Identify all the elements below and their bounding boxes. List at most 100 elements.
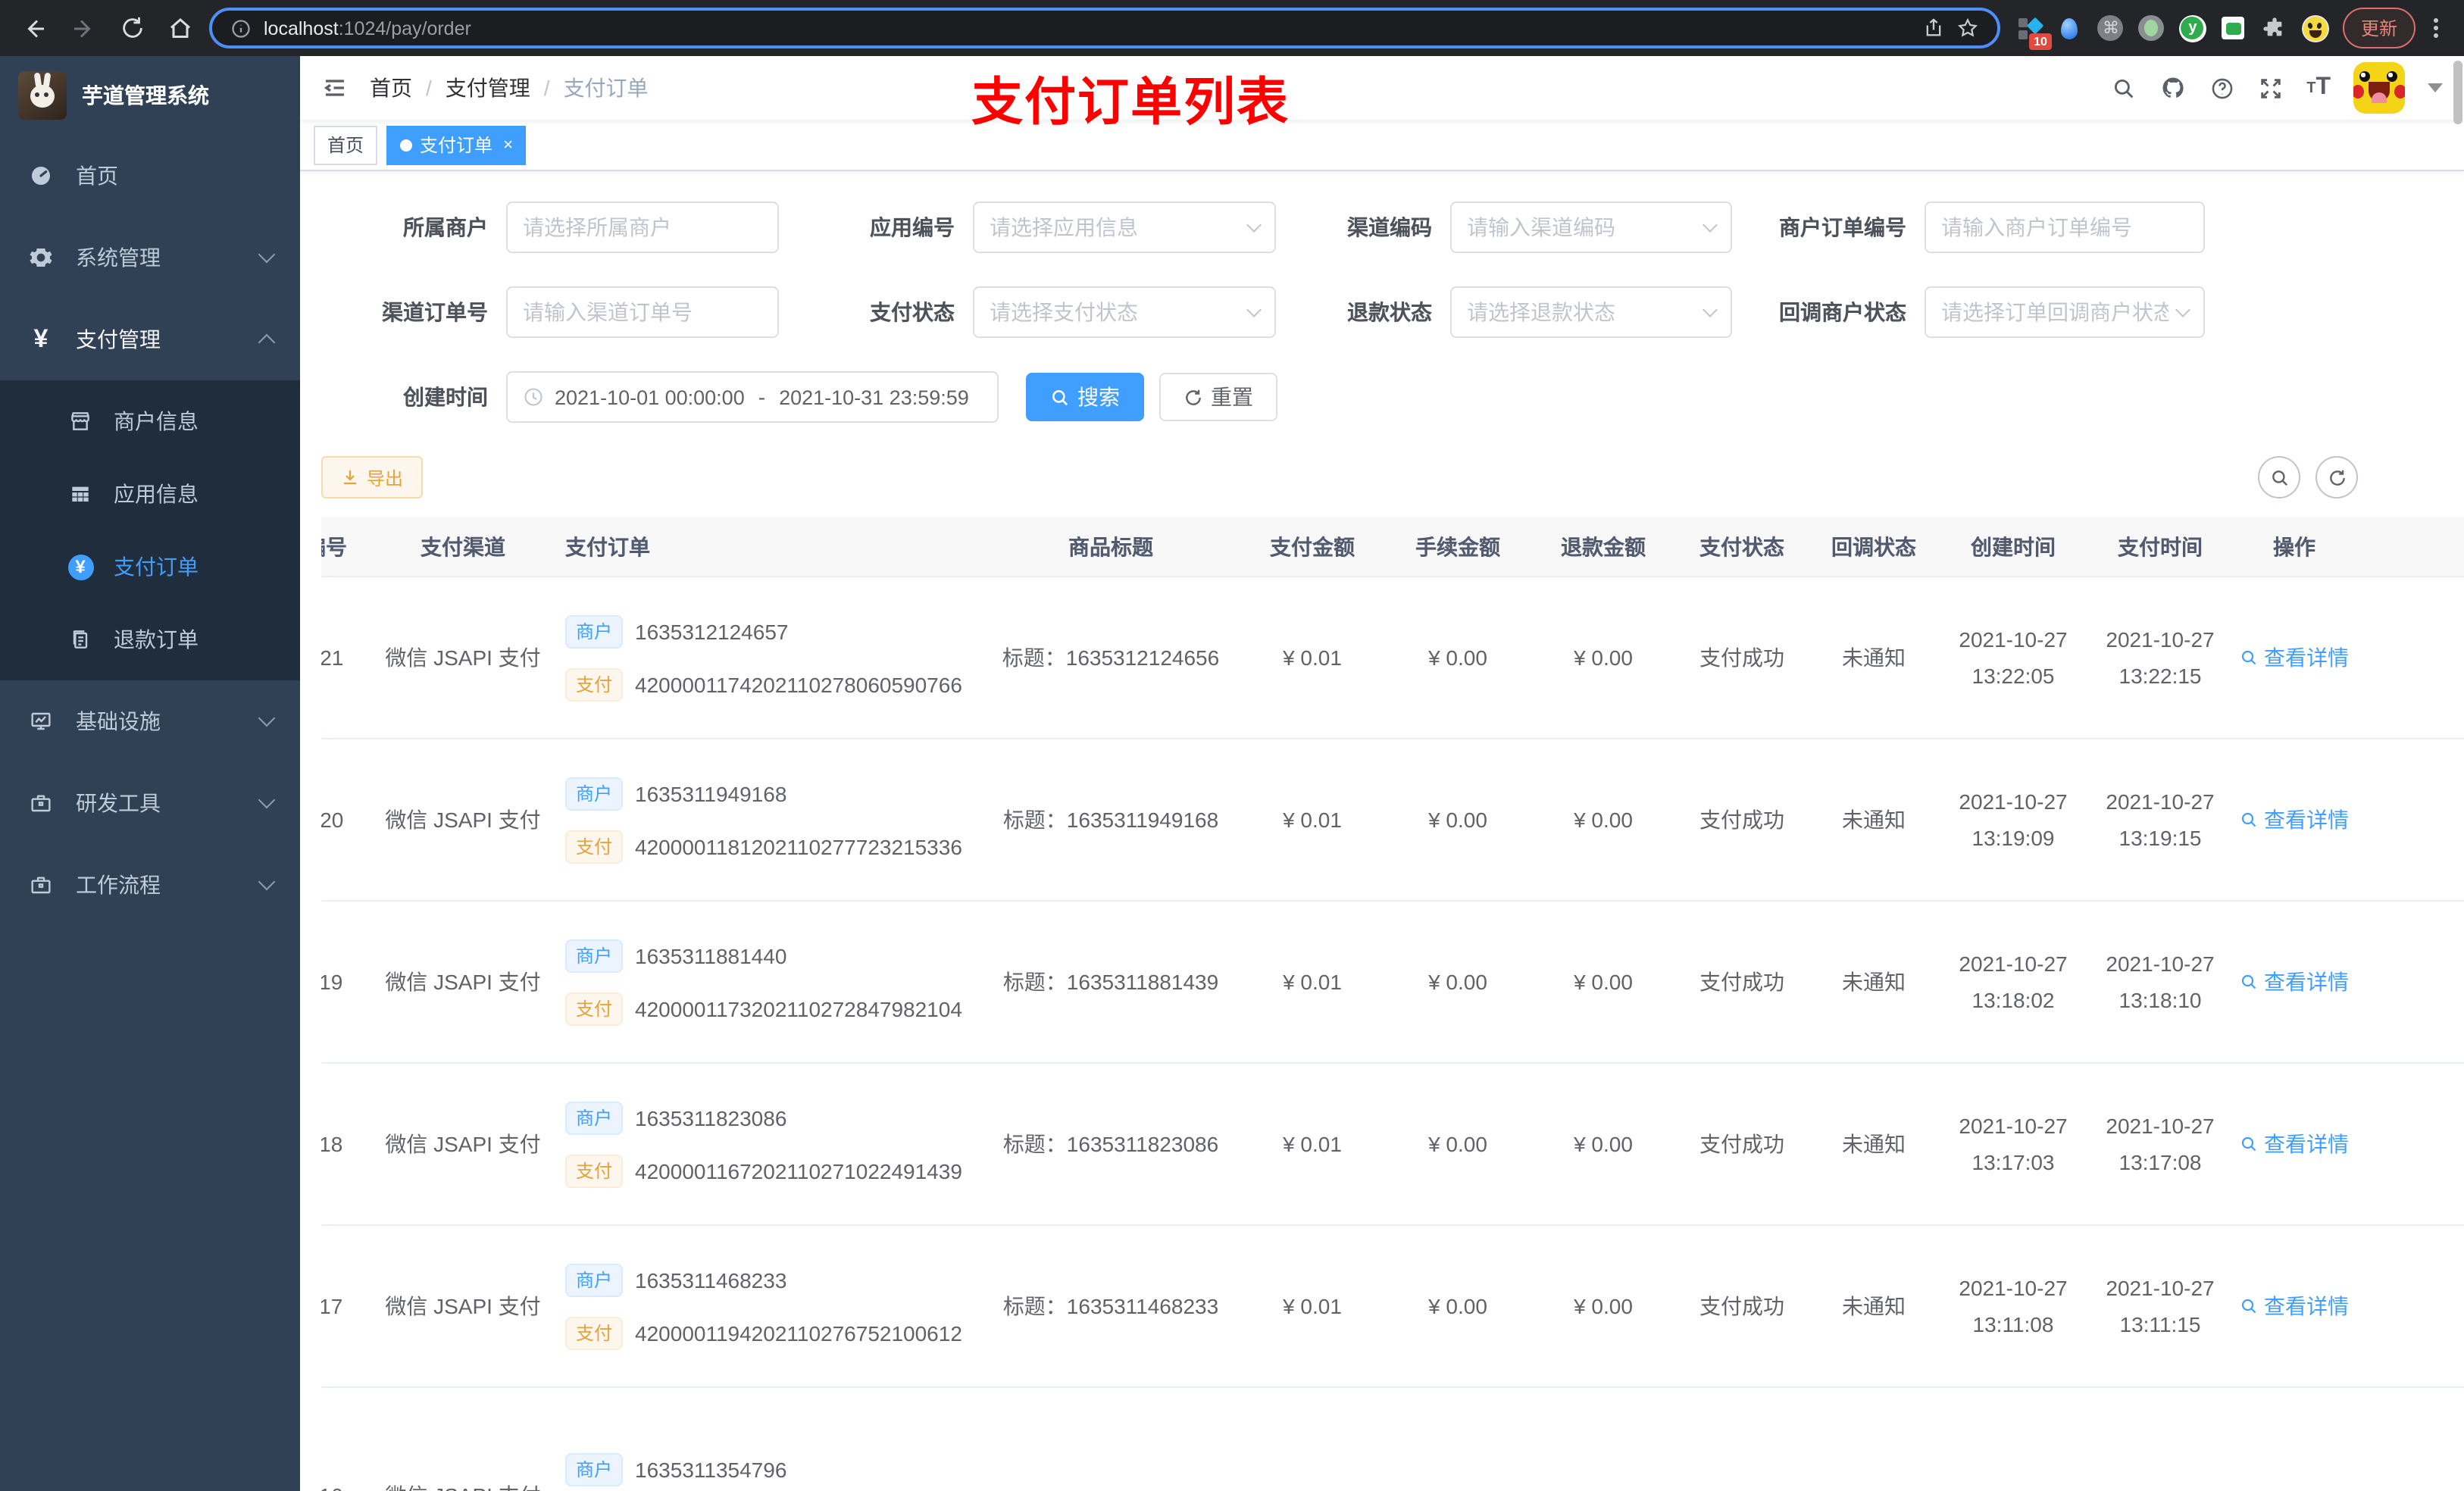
pay-channel: 微信 JSAPI 支付	[385, 970, 541, 994]
refresh-icon	[2329, 469, 2344, 485]
pay-time: 13:18:10	[2118, 988, 2202, 1012]
pay-tag: 支付	[565, 1316, 624, 1349]
channel-order-no-input[interactable]	[506, 286, 779, 338]
create-time-range-input[interactable]: 2021-10-01 00:00:00 - 2021-10-31 23:59:5…	[506, 371, 999, 423]
extension-record-icon[interactable]	[2138, 14, 2165, 42]
breadcrumb-payment[interactable]: 支付管理	[446, 73, 530, 103]
refund-amount: ¥ 0.00	[1574, 1132, 1633, 1156]
order-id: 116	[321, 1483, 342, 1491]
table-header: 编号 支付渠道 支付订单 商品标题 支付金额 手续金额 退款金额 支付状态 回调…	[321, 517, 2464, 577]
briefcase-icon	[27, 791, 55, 815]
view-detail-link[interactable]: 查看详情	[2240, 805, 2349, 835]
fee-amount: ¥ 0.00	[1428, 808, 1487, 832]
tag-home[interactable]: 首页	[314, 125, 378, 164]
create-time: 13:22:05	[1972, 664, 2055, 688]
table-search-button[interactable]	[2258, 456, 2300, 499]
yen-icon: ¥	[33, 324, 48, 353]
info-icon	[232, 19, 250, 37]
callback-status-select[interactable]	[1925, 286, 2205, 338]
share-icon[interactable]	[1923, 17, 1944, 39]
sidebar-item-workflow[interactable]: 工作流程	[0, 844, 300, 926]
extension-badge: 10	[2029, 33, 2052, 49]
view-detail-link[interactable]: 查看详情	[2240, 967, 2349, 997]
pay-date: 2021-10-27	[2106, 627, 2215, 652]
extension-chat-icon[interactable]	[2220, 14, 2247, 42]
sidebar-item-dev-tools[interactable]: 研发工具	[0, 762, 300, 844]
forward-icon[interactable]	[64, 8, 103, 48]
tag-close-icon[interactable]: ×	[503, 136, 513, 154]
extension-y-icon[interactable]: y	[2178, 14, 2206, 42]
pay-status-select[interactable]	[973, 286, 1276, 338]
extension-blocks-icon[interactable]: 10	[2015, 14, 2052, 49]
app-no-select[interactable]	[973, 202, 1276, 253]
chevron-down-icon	[258, 873, 276, 891]
view-detail-link[interactable]: 查看详情	[2240, 1129, 2349, 1159]
pay-order-no: 4200001167202110271022491439	[635, 1158, 962, 1183]
gear-icon	[27, 245, 55, 270]
sidebar-item-app-info[interactable]: 应用信息	[0, 458, 300, 530]
home-icon[interactable]	[161, 8, 200, 48]
sidebar-item-refund-order[interactable]: 退款订单	[0, 603, 300, 676]
merchant-tag: 商户	[565, 1101, 624, 1134]
merchant-order-no-input[interactable]	[1925, 202, 2205, 253]
pay-channel: 微信 JSAPI 支付	[385, 1132, 541, 1156]
chrome-update-button[interactable]: 更新	[2342, 8, 2416, 48]
fullscreen-icon[interactable]	[2258, 75, 2284, 101]
chevron-down-icon	[2175, 302, 2190, 317]
callback-status: 未通知	[1842, 1132, 1906, 1156]
channel-code-select[interactable]	[1450, 202, 1732, 253]
pay-order-no: 4200001194202110276752100612	[635, 1321, 962, 1345]
chevron-down-icon	[258, 709, 276, 727]
callback-status: 未通知	[1842, 1294, 1906, 1318]
table-row: 119 微信 JSAPI 支付 商户 1635311881440 支付 4200…	[321, 902, 2464, 1064]
bookmark-star-icon[interactable]	[1956, 17, 1979, 39]
reset-button[interactable]: 重置	[1159, 373, 1277, 421]
extension-emoji-icon[interactable]	[2301, 14, 2329, 42]
pay-order-no: 4200001181202110277723215336	[635, 834, 962, 858]
sidebar-item-home[interactable]: 首页	[0, 135, 300, 217]
pay-status-label: 支付状态	[870, 300, 955, 324]
pay-tag: 支付	[565, 992, 624, 1025]
sidebar-item-system[interactable]: 系统管理	[0, 217, 300, 299]
caret-down-icon[interactable]	[2428, 83, 2443, 92]
extension-command-icon[interactable]: ⌘	[2097, 14, 2125, 42]
chevron-up-icon	[258, 333, 276, 352]
magnifier-icon	[2241, 812, 2256, 827]
search-button[interactable]: 搜索	[1026, 373, 1144, 421]
sidebar-item-pay-order[interactable]: ¥ 支付订单	[0, 530, 300, 603]
merchant-tag: 商户	[565, 777, 624, 810]
back-icon[interactable]	[15, 8, 55, 48]
avatar[interactable]	[2353, 62, 2405, 114]
breadcrumb-home[interactable]: 首页	[370, 73, 412, 103]
app-logo[interactable]: 芋道管理系统	[0, 56, 300, 135]
tag-pay-order[interactable]: 支付订单 ×	[386, 125, 527, 164]
view-detail-link[interactable]: 查看详情	[2240, 1291, 2349, 1321]
screen: localhost:1024/pay/order 10 ⌘ y 更新 芋道管理系…	[0, 0, 2464, 1491]
clock-icon	[523, 386, 544, 408]
channel-order-no-label: 渠道订单号	[382, 300, 488, 324]
github-icon[interactable]	[2159, 74, 2187, 102]
font-size-icon[interactable]: TT	[2306, 74, 2331, 102]
url-bar[interactable]: localhost:1024/pay/order	[209, 8, 2000, 48]
sidebar-item-payment[interactable]: ¥ 支付管理	[0, 299, 300, 380]
store-icon	[67, 409, 94, 433]
fee-amount: ¥ 0.00	[1428, 1132, 1487, 1156]
table-row: 121 微信 JSAPI 支付 商户 1635312124657 支付 4200…	[321, 577, 2464, 739]
extensions-puzzle-icon[interactable]	[2261, 14, 2288, 42]
export-button[interactable]: 导出	[321, 456, 424, 499]
sidebar-toggle-icon[interactable]	[321, 74, 349, 102]
refund-status-select[interactable]	[1450, 286, 1732, 338]
search-icon[interactable]	[2111, 75, 2137, 101]
sidebar-item-infrastructure[interactable]: 基础设施	[0, 680, 300, 762]
sidebar-item-merchant-info[interactable]: 商户信息	[0, 385, 300, 458]
reload-icon[interactable]	[112, 8, 152, 48]
chrome-menu-icon[interactable]	[2429, 18, 2443, 38]
table-refresh-button[interactable]	[2315, 456, 2358, 499]
extension-balloon-icon[interactable]	[2056, 14, 2084, 42]
orders-table: 编号 支付渠道 支付订单 商品标题 支付金额 手续金额 退款金额 支付状态 回调…	[321, 517, 2464, 1491]
page-scrollbar-thumb[interactable]	[2453, 61, 2462, 124]
merchant-select[interactable]	[506, 202, 779, 253]
view-detail-link[interactable]: 查看详情	[2240, 642, 2349, 673]
help-icon[interactable]	[2209, 75, 2235, 101]
create-time: 13:18:02	[1972, 988, 2055, 1012]
